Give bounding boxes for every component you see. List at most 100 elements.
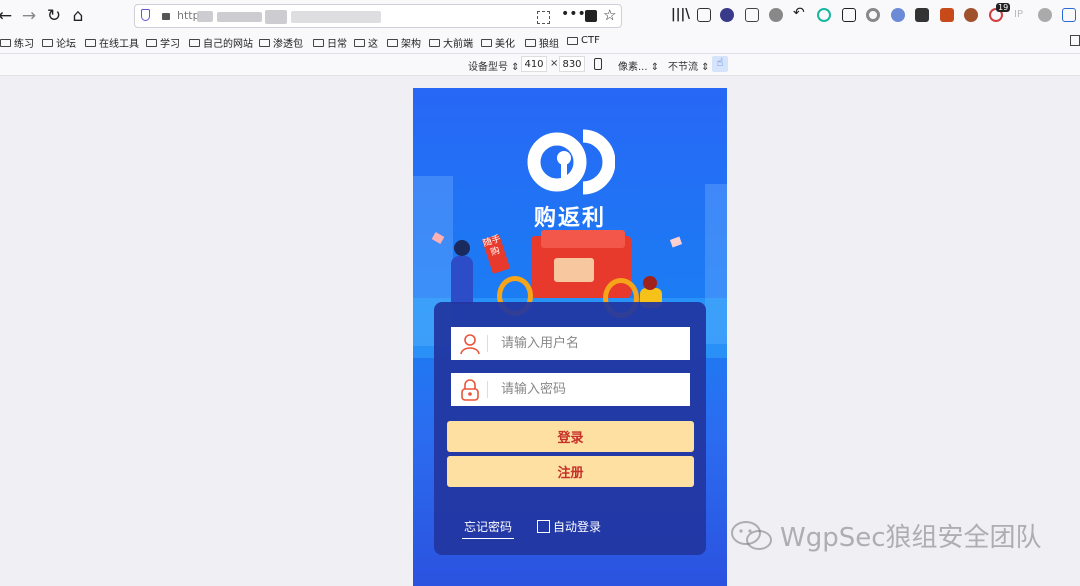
bookmark-label: 架构	[401, 39, 421, 50]
folder-icon	[567, 36, 578, 45]
username-input[interactable]	[501, 327, 681, 360]
library-icon[interactable]: |||\	[671, 7, 690, 22]
bookmark-label: 渗透包	[273, 39, 303, 50]
bookmark-folder[interactable]: 狼组	[525, 35, 559, 50]
palette-icon[interactable]	[964, 8, 978, 22]
bookmark-label: 论坛	[56, 39, 76, 50]
reload-icon[interactable]: ↻	[43, 5, 65, 27]
crop-icon[interactable]	[745, 8, 759, 22]
register-button[interactable]: 注册	[447, 456, 694, 487]
folder-icon	[42, 38, 53, 47]
viewport-width-input[interactable]: 410	[521, 56, 547, 72]
bookmark-label: CTF	[581, 35, 600, 46]
bookmarks-bar: 练习 论坛 在线工具 学习 自己的网站 渗透包 日常 这 架构 大前端 美化 狼…	[0, 31, 1080, 54]
extension-badge: 19	[996, 3, 1011, 12]
shield-icon[interactable]	[141, 9, 150, 21]
folder-icon	[259, 38, 270, 47]
folder-icon	[354, 38, 365, 47]
logo-icon	[527, 129, 615, 195]
bookmark-label: 练习	[14, 39, 34, 50]
star-icon[interactable]: ☆	[603, 6, 616, 24]
man-head	[454, 240, 470, 256]
wechat-icon	[731, 520, 772, 550]
blurred-url-segment	[197, 11, 213, 22]
translate-icon[interactable]	[817, 8, 831, 22]
phone-viewport: 购返利 随手购 登录 注册 忘记密码	[413, 88, 727, 586]
bookmark-folder[interactable]: CTF	[567, 35, 600, 46]
lock-icon	[461, 379, 479, 401]
bookmark-label: 在线工具	[99, 39, 139, 50]
url-bar[interactable]: http ••• ☆	[134, 4, 622, 28]
throttle-selector[interactable]: 不节流 ⇕	[668, 58, 710, 73]
bookmark-label: 自己的网站	[203, 39, 253, 50]
extension-icon[interactable]	[720, 8, 734, 22]
forward-icon[interactable]: →	[18, 5, 40, 27]
agent-icon[interactable]	[1038, 8, 1052, 22]
back-icon[interactable]: ←	[0, 5, 16, 27]
pixel-ratio-selector[interactable]: 像素... ⇕	[618, 58, 659, 73]
folder-icon	[313, 38, 324, 47]
bookmark-folder[interactable]: 练习	[0, 35, 34, 50]
screenshot-icon[interactable]	[842, 8, 856, 22]
field-divider	[487, 335, 488, 352]
pocket-icon[interactable]	[585, 10, 597, 22]
blurred-url-segment	[217, 12, 262, 22]
bookmark-folder[interactable]: 架构	[387, 35, 421, 50]
home-icon[interactable]: ⌂	[67, 5, 89, 27]
watermark-text: WgpSec狼组安全团队	[780, 523, 1042, 553]
bookmark-label: 这	[368, 39, 378, 50]
bookmark-folder[interactable]: 渗透包	[259, 35, 303, 50]
user-icon	[460, 334, 480, 355]
bookmark-folder[interactable]: 自己的网站	[189, 35, 253, 50]
login-button[interactable]: 登录	[447, 421, 694, 452]
bookmark-folder[interactable]: 论坛	[42, 35, 76, 50]
bookmark-label: 美化	[495, 39, 515, 50]
bookmark-folder[interactable]: 大前端	[429, 35, 473, 50]
other-bookmarks-icon[interactable]	[1070, 35, 1080, 46]
folder-icon	[387, 38, 398, 47]
bookmark-folder[interactable]: 日常	[313, 35, 347, 50]
folder-icon	[189, 38, 200, 47]
password-input[interactable]	[501, 373, 681, 406]
pixel-label: 像素...	[618, 62, 648, 73]
blurred-url-segment	[265, 10, 287, 24]
times-sign: ×	[550, 58, 559, 69]
bookmark-folder[interactable]: 在线工具	[85, 35, 139, 50]
viewport-height-input[interactable]: 830	[559, 56, 585, 72]
qr-code-icon[interactable]	[537, 11, 550, 24]
puzzle-icon[interactable]	[1062, 8, 1076, 22]
firebug-icon[interactable]	[940, 8, 954, 22]
circle-icon[interactable]	[866, 8, 880, 22]
folder-icon	[481, 38, 492, 47]
touch-simulation-icon[interactable]: ☝	[712, 56, 728, 72]
bookmark-folder[interactable]: 这	[354, 35, 378, 50]
throttle-label: 不节流	[668, 62, 698, 73]
sidebar-icon[interactable]	[697, 8, 711, 22]
folder-icon	[525, 38, 536, 47]
auto-login-checkbox[interactable]: 自动登录	[537, 518, 601, 535]
chat-icon[interactable]	[769, 8, 783, 22]
bookmark-label: 大前端	[443, 39, 473, 50]
folder-icon	[429, 38, 440, 47]
folder-icon	[146, 38, 157, 47]
undo-icon[interactable]: ↶	[793, 5, 805, 21]
device-label: 设备型号	[468, 62, 508, 73]
forgot-password-link[interactable]: 忘记密码	[464, 518, 512, 535]
globe-icon[interactable]	[891, 8, 905, 22]
bookmark-folder[interactable]: 美化	[481, 35, 515, 50]
bookmark-folder[interactable]: 学习	[146, 35, 180, 50]
woman-head	[643, 276, 657, 290]
device-selector[interactable]: 设备型号 ⇕	[468, 58, 520, 73]
password-field[interactable]	[451, 373, 690, 406]
username-field[interactable]	[451, 327, 690, 360]
folder-icon	[0, 38, 11, 47]
lock-icon[interactable]	[162, 13, 170, 20]
rotate-icon[interactable]	[594, 58, 602, 70]
more-icon[interactable]: •••	[561, 6, 586, 22]
checkbox-icon	[537, 520, 550, 533]
gift-box-lid	[541, 230, 625, 248]
bookmark-label: 日常	[327, 39, 347, 50]
ip-icon[interactable]: IP	[1014, 9, 1023, 20]
window-icon[interactable]	[915, 8, 929, 22]
man-figure	[451, 256, 473, 304]
